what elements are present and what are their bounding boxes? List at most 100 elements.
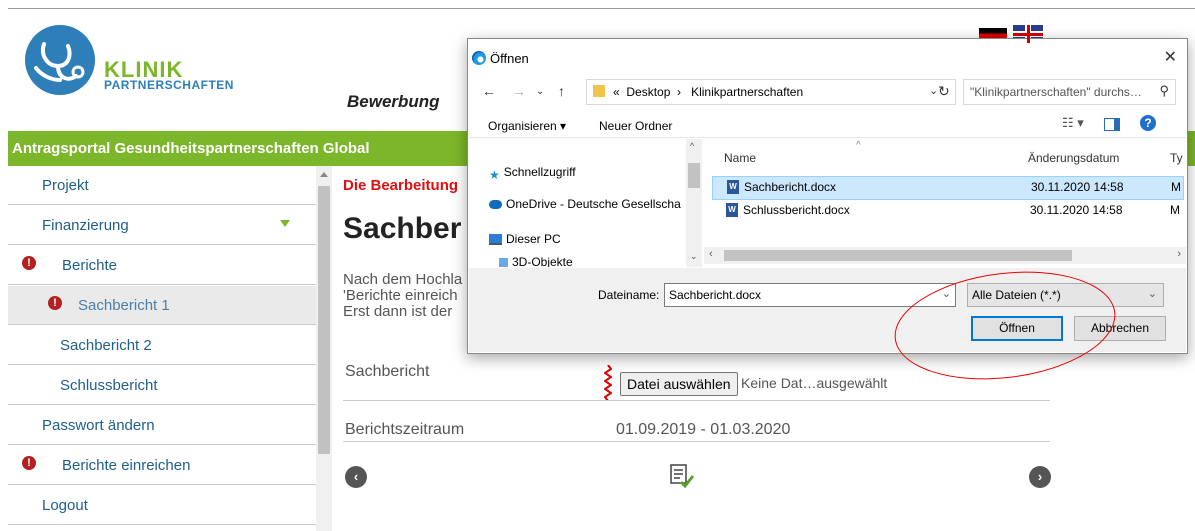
sidebar-nav: Projekt Finanzierung ! Berichte ! Sachbe… [8,166,316,531]
tree-item-3d-objects[interactable]: 3D-Objekte [499,255,573,267]
sidebar-item-label: Finanzierung [42,217,129,234]
filename-label: Dateiname: [598,288,660,302]
close-icon[interactable]: ✕ [1164,47,1177,67]
sidebar-item-label: Projekt [42,177,89,194]
sidebar-item-passwort[interactable]: Passwort ändern [8,406,316,445]
sidebar-item-sachbericht-1[interactable]: ! Sachbericht 1 [8,286,316,325]
scroll-left-arrow-icon[interactable]: ‹ [709,248,713,260]
warning-icon: ! [22,256,36,270]
scrollbar-thumb[interactable] [724,250,1072,261]
sidebar-item-finanzierung[interactable]: Finanzierung [8,206,316,245]
tree-item-onedrive[interactable]: OneDrive - Deutsche Gesellscha [489,197,681,211]
warning-icon: ! [48,296,62,310]
tree-item-this-pc[interactable]: Dieser PC [489,232,561,246]
tree-scrollbar[interactable]: ^ ⌄ [686,139,702,267]
scroll-down-arrow-icon[interactable]: ⌄ [690,251,698,262]
required-marker-icon [604,365,612,401]
sidebar-item-berichte[interactable]: ! Berichte [8,246,316,285]
choose-file-button[interactable]: Datei auswählen [620,372,738,396]
address-path: « Desktop › Klinikpartnerschaften [613,85,804,99]
file-row[interactable]: W Schlussbericht.docx 30.11.2020 14:58 M [712,200,1182,222]
recent-dropdown-icon[interactable]: ⌄ [536,86,544,97]
file-name: Sachbericht.docx [744,180,837,194]
sidebar-item-label: Berichte einreichen [62,457,191,474]
sidebar-item-label: Berichte [62,257,118,274]
sachbericht-label: Sachbericht [345,363,430,380]
scrollbar-thumb[interactable] [688,163,700,188]
help-icon[interactable]: ? [1140,115,1156,131]
back-arrow-icon[interactable]: ← [482,83,496,99]
tree-item-quick-access[interactable]: ★ Schnellzugriff [489,165,576,183]
column-date[interactable]: Änderungsdatum [1028,151,1119,165]
file-type: M [1171,180,1181,194]
instruction-line: Nach dem Hochla [343,271,463,288]
sidebar-item-label: Passwort ändern [42,417,155,434]
column-type[interactable]: Ty [1170,151,1183,165]
breadcrumb-desktop[interactable]: Desktop [626,85,670,99]
previous-arrow-icon[interactable]: ‹ [345,466,367,488]
sidebar-scrollbar[interactable] [316,166,332,531]
sidebar-item-logout[interactable]: Logout [8,486,316,525]
scroll-up-arrow-icon[interactable] [320,172,328,177]
instruction-line: Erst dann ist der [343,303,453,320]
period-value: 01.09.2019 - 01.03.2020 [616,421,791,438]
scrollbar-thumb[interactable] [318,186,330,454]
sidebar-item-sachbericht-2[interactable]: Sachbericht 2 [8,326,316,365]
submit-document-icon[interactable] [669,464,695,490]
chevron-down-icon [280,220,290,227]
sidebar-item-projekt[interactable]: Projekt [8,166,316,205]
refresh-icon[interactable]: ↻ [938,83,950,100]
file-date: 30.11.2020 14:58 [1030,203,1123,217]
pc-icon [489,234,502,246]
period-label: Berichtszeitraum [345,421,465,438]
sort-arrow-icon: ^ [856,140,861,151]
chevron-down-icon: ⌄ [1147,288,1157,300]
navigation-tree: ★ Schnellzugriff OneDrive - Deutsche Gese… [469,139,703,267]
filename-value: Sachbericht.docx [669,288,762,302]
preview-pane-icon[interactable] [1104,118,1120,131]
folder-icon [593,85,605,97]
sidebar-item-label: Logout [42,497,88,514]
edit-notice: Die Bearbeitung [343,177,459,194]
divider [343,441,1050,442]
organize-menu[interactable]: Organisieren ▾ [488,119,566,133]
filename-input[interactable]: Sachbericht.docx ⌄ [664,283,956,307]
page-title: Sachber [343,212,462,245]
no-file-text: Keine Dat…ausgewählt [741,375,888,391]
search-input[interactable]: "Klinikpartnerschaften" durchs… ⚲ [963,79,1176,105]
address-bar[interactable]: « Desktop › Klinikpartnerschaften ⌄ [586,79,956,105]
file-row[interactable]: W Sachbericht.docx 30.11.2020 14:58 M [712,176,1184,200]
address-dropdown-icon[interactable]: ⌄ [929,84,938,97]
file-date: 30.11.2020 14:58 [1031,180,1124,194]
portal-title: Antragsportal Gesundheitspartnerschaften… [12,140,370,157]
word-document-icon: W [726,203,738,217]
next-arrow-icon[interactable]: › [1029,466,1051,488]
sidebar-item-label: Sachbericht 2 [60,337,152,354]
sidebar-item-schlussbericht[interactable]: Schlussbericht [8,366,316,405]
scroll-right-arrow-icon[interactable]: › [1177,248,1181,260]
dialog-title: Öffnen [490,51,529,66]
search-icon: ⚲ [1159,83,1169,98]
up-arrow-icon[interactable]: ↑ [558,83,565,99]
edge-browser-icon [472,51,486,65]
forward-arrow-icon[interactable]: → [512,83,526,99]
warning-icon: ! [22,456,36,470]
scroll-up-arrow-icon[interactable]: ^ [690,141,694,151]
toolbar-divider [469,137,1186,138]
cloud-icon [489,200,502,210]
word-document-icon: W [727,180,739,194]
breadcrumb-klinikpartnerschaften[interactable]: Klinikpartnerschaften [691,85,803,99]
klinik-logo-icon [25,25,95,95]
view-options-icon[interactable]: ☷ ▾ [1062,115,1084,131]
column-name[interactable]: Name [724,151,756,165]
new-folder-button[interactable]: Neuer Ordner [599,119,672,133]
bewerbung-heading: Bewerbung [347,92,440,111]
star-icon: ★ [489,168,500,183]
cube-icon [499,258,508,267]
sidebar-item-berichte-einreichen[interactable]: ! Berichte einreichen [8,446,316,485]
divider [343,400,1050,401]
sidebar-item-label: Schlussbericht [60,377,158,394]
sidebar-item-label: Sachbericht 1 [78,297,170,314]
file-type: M [1170,203,1180,217]
horizontal-scrollbar[interactable]: ‹ › [704,247,1186,264]
